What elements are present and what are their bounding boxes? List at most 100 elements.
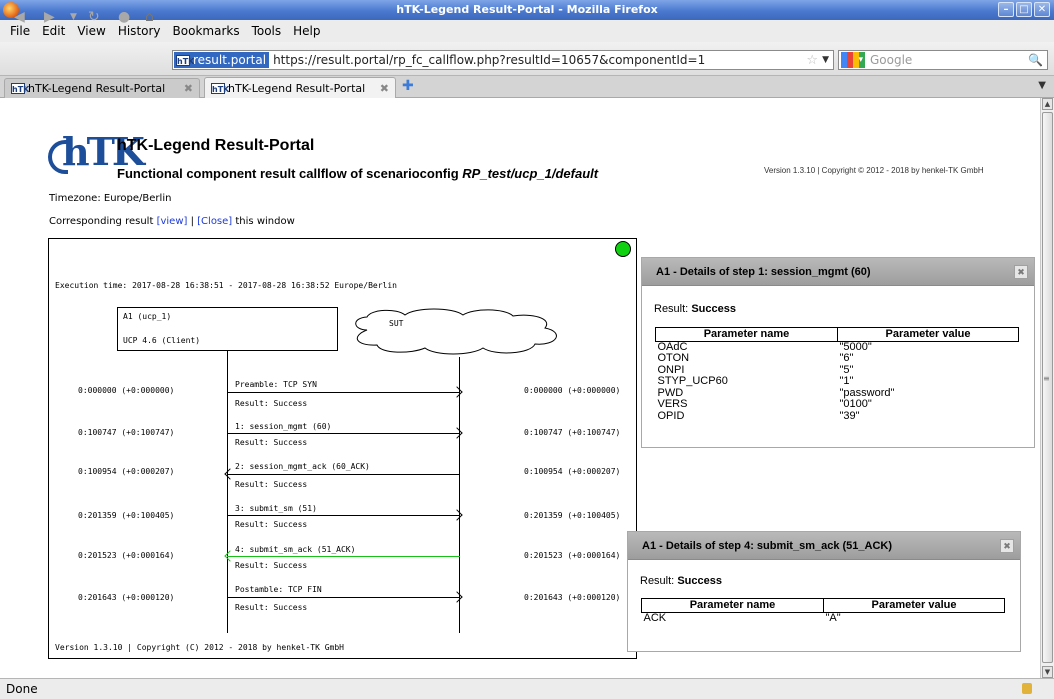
search-icon[interactable]: 🔍 bbox=[1028, 53, 1047, 67]
new-tab-icon[interactable]: ✚ bbox=[402, 78, 414, 94]
url-bar[interactable]: hTK result.portal https://result.portal/… bbox=[172, 50, 834, 70]
step-arrow[interactable] bbox=[227, 427, 463, 439]
scenario-config: RP_test/ucp_1/default bbox=[462, 166, 599, 181]
step-label[interactable]: 1: session_mgmt (60) bbox=[235, 422, 331, 431]
close-icon[interactable]: ✖ bbox=[1014, 265, 1028, 279]
scrollbar-thumb[interactable] bbox=[1042, 112, 1053, 663]
menu-bookmarks[interactable]: Bookmarks bbox=[167, 24, 246, 38]
step-result: Result: Success bbox=[235, 561, 308, 570]
column-header-name: Parameter name bbox=[641, 598, 824, 613]
step-label[interactable]: 3: submit_sm (51) bbox=[235, 504, 317, 513]
tab-favicon-icon: hTK bbox=[11, 83, 30, 94]
close-link[interactable]: [Close] bbox=[197, 216, 232, 227]
panel-result: Result: Success bbox=[640, 575, 722, 587]
step-arrow[interactable] bbox=[227, 591, 463, 603]
page-subtitle: Functional component result callflow of … bbox=[117, 166, 598, 181]
panel-title-bar[interactable]: A1 - Details of step 1: session_mgmt (60… bbox=[642, 258, 1034, 286]
sut-lifeline bbox=[459, 357, 460, 633]
parameter-table: Parameter name Parameter value ACK "A" bbox=[641, 598, 1005, 624]
status-indicator-icon bbox=[615, 241, 631, 257]
url-text[interactable]: https://result.portal/rp_fc_callflow.php… bbox=[269, 53, 705, 67]
step-label[interactable]: Postamble: TCP FIN bbox=[235, 585, 322, 594]
forward-icon[interactable]: ▶ bbox=[44, 8, 55, 26]
table-header-row: Parameter name Parameter value bbox=[655, 327, 1019, 342]
maximize-icon[interactable]: □ bbox=[1016, 2, 1032, 17]
panel-title: A1 - Details of step 1: session_mgmt (60… bbox=[656, 266, 871, 278]
close-window-icon[interactable]: ✕ bbox=[1034, 2, 1050, 17]
status-bar: Done bbox=[0, 678, 1054, 699]
menu-history[interactable]: History bbox=[112, 24, 167, 38]
menu-view[interactable]: View bbox=[71, 24, 111, 38]
history-dropdown-icon[interactable]: ▼ bbox=[70, 8, 77, 26]
tab-label: hTK-Legend Result-Portal bbox=[28, 82, 166, 95]
details-panel-step-1: A1 - Details of step 1: session_mgmt (60… bbox=[641, 257, 1035, 448]
step-time-right: 0:201523 (+0:000164) bbox=[524, 551, 621, 560]
menu-bar: File Edit View History Bookmarks Tools H… bbox=[0, 20, 1054, 42]
lock-icon[interactable] bbox=[1022, 683, 1032, 694]
column-header-value: Parameter value bbox=[823, 598, 1005, 613]
agent-name: A1 (ucp_1) bbox=[123, 312, 172, 321]
menu-help[interactable]: Help bbox=[287, 24, 326, 38]
window-title: hTK-Legend Result-Portal - Mozilla Firef… bbox=[396, 3, 658, 16]
column-header-name: Parameter name bbox=[655, 327, 838, 342]
site-identity-button[interactable]: hTK result.portal bbox=[174, 52, 270, 68]
param-name: OTON bbox=[657, 352, 690, 365]
back-icon[interactable]: ◀ bbox=[14, 8, 25, 26]
table-row: OPID "39" bbox=[656, 409, 1019, 423]
view-link[interactable]: [view] bbox=[157, 216, 188, 227]
panel-title-bar[interactable]: A1 - Details of step 4: submit_sm_ack (5… bbox=[628, 532, 1020, 560]
site-favicon-icon: hTK bbox=[176, 54, 195, 66]
stop-icon[interactable]: ● bbox=[118, 8, 130, 26]
page-title: hTK-Legend Result-Portal bbox=[117, 137, 315, 154]
window-controls: – □ ✕ bbox=[998, 2, 1050, 17]
home-icon[interactable]: ⌂ bbox=[145, 8, 154, 26]
step-arrow[interactable] bbox=[224, 468, 460, 480]
step-time-right: 0:201359 (+0:100405) bbox=[524, 511, 621, 520]
column-header-value: Parameter value bbox=[837, 327, 1019, 342]
tab-result-portal-2[interactable]: hTK hTK-Legend Result-Portal ✖ bbox=[204, 77, 396, 98]
step-time-left: 0:100747 (+0:100747) bbox=[78, 428, 175, 437]
bookmark-star-icon[interactable]: ☆ bbox=[806, 53, 822, 68]
menu-tools[interactable]: Tools bbox=[246, 24, 288, 38]
tab-result-portal-1[interactable]: hTK hTK-Legend Result-Portal ✖ bbox=[4, 78, 200, 98]
corresponding-prefix: Corresponding result bbox=[49, 216, 154, 227]
step-arrow[interactable] bbox=[227, 386, 463, 398]
step-arrow-highlighted[interactable] bbox=[224, 550, 460, 562]
version-info: Version 1.3.10 | Copyright © 2012 - 2018… bbox=[764, 166, 984, 175]
menu-edit[interactable]: Edit bbox=[36, 24, 71, 38]
tab-close-icon[interactable]: ✖ bbox=[380, 82, 389, 95]
table-row: STYP_UCP60 "1" bbox=[656, 376, 1019, 388]
vertical-scrollbar[interactable]: ▲ ≡ ▼ bbox=[1040, 98, 1054, 678]
panel-result: Result: Success bbox=[654, 303, 736, 315]
table-row: PWD "password" bbox=[656, 387, 1019, 400]
search-engine-icon[interactable]: ▾ bbox=[841, 52, 865, 68]
step-label[interactable]: 4: submit_sm_ack (51_ACK) bbox=[235, 545, 355, 554]
param-value: "39" bbox=[839, 409, 860, 422]
close-icon[interactable]: ✖ bbox=[1000, 539, 1014, 553]
reload-icon[interactable]: ↻ bbox=[88, 8, 100, 26]
step-result: Result: Success bbox=[235, 438, 308, 447]
status-text: Done bbox=[6, 682, 38, 696]
step-time-right: 0:100747 (+0:100747) bbox=[524, 428, 621, 437]
htk-logo: hTK bbox=[48, 132, 145, 176]
scroll-down-icon[interactable]: ▼ bbox=[1042, 666, 1053, 678]
param-value: "5" bbox=[839, 363, 854, 376]
scroll-up-icon[interactable]: ▲ bbox=[1042, 98, 1053, 110]
tab-list-icon[interactable]: ▼ bbox=[1038, 80, 1046, 91]
sut-label: SUT bbox=[389, 319, 404, 328]
step-time-left: 0:201523 (+0:000164) bbox=[78, 551, 175, 560]
url-dropdown-icon[interactable]: ▼ bbox=[822, 55, 833, 65]
tab-close-icon[interactable]: ✖ bbox=[184, 82, 193, 95]
scrollbar-grip-icon: ≡ bbox=[1043, 374, 1050, 383]
search-input[interactable]: Google bbox=[865, 53, 912, 67]
agent-protocol: UCP 4.6 (Client) bbox=[123, 336, 201, 345]
menu-file[interactable]: File bbox=[4, 24, 36, 38]
result-label: Result: bbox=[654, 303, 689, 315]
step-label[interactable]: Preamble: TCP SYN bbox=[235, 380, 317, 389]
minimize-icon[interactable]: – bbox=[998, 2, 1014, 17]
step-time-left: 0:100954 (+0:000207) bbox=[78, 467, 175, 476]
corresponding-suffix: this window bbox=[235, 216, 295, 227]
step-label[interactable]: 2: session_mgmt_ack (60_ACK) bbox=[235, 462, 370, 471]
search-bar[interactable]: ▾ Google 🔍 bbox=[838, 50, 1048, 70]
step-arrow[interactable] bbox=[227, 509, 463, 521]
